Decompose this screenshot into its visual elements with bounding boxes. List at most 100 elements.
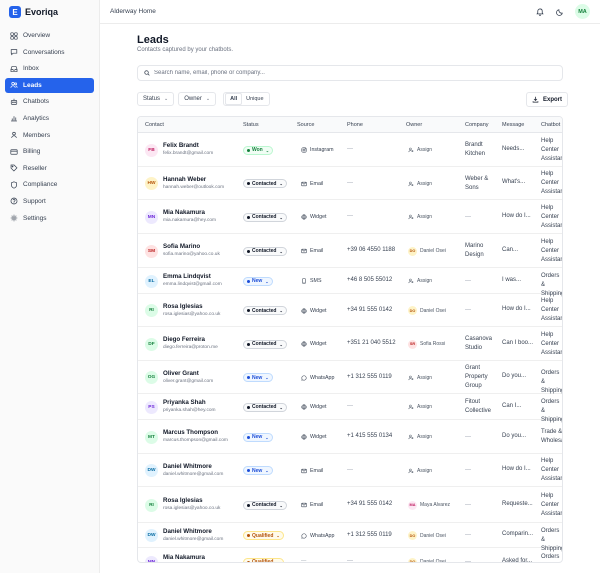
seg-all[interactable]: All: [225, 93, 243, 105]
table-row[interactable]: MT Marcus Thompson marcus.thompson@gmail.c…: [138, 420, 562, 454]
assign-button[interactable]: Assign: [408, 404, 432, 410]
message-preview[interactable]: Needs...: [502, 146, 524, 152]
column-header-owner[interactable]: Owner: [406, 122, 422, 128]
owner-dropdown[interactable]: SR Sofia Rossi: [408, 339, 445, 349]
sidebar-item-overview[interactable]: Overview: [5, 28, 94, 43]
table-row[interactable]: DW Daniel Whitmore daniel.whitmore@gmail.c…: [138, 454, 562, 487]
message-preview[interactable]: Do you...: [502, 373, 526, 379]
contact-name[interactable]: Rosa Iglesias: [163, 497, 203, 504]
assign-button[interactable]: Assign: [408, 375, 432, 381]
owner-filter[interactable]: Owner ⌄: [178, 92, 217, 106]
contact-name[interactable]: Hannah Weber: [163, 176, 206, 183]
message-preview[interactable]: How do I...: [502, 213, 531, 219]
table-row[interactable]: RI Rosa Iglesias rosa.iglesias@yahoo.co.uk…: [138, 487, 562, 523]
status-dropdown[interactable]: Contacted ⌄: [243, 339, 287, 349]
bell-icon[interactable]: [535, 7, 545, 17]
column-header-status[interactable]: Status: [243, 122, 259, 128]
export-button[interactable]: Export: [526, 92, 569, 107]
contact-name[interactable]: Mia Nakamura: [163, 554, 205, 561]
moon-icon[interactable]: [555, 7, 565, 17]
status-dropdown[interactable]: Won ⌄: [243, 145, 274, 155]
sidebar-item-billing[interactable]: Billing: [5, 144, 94, 159]
owner-dropdown[interactable]: DO Daniel Osei: [408, 557, 446, 562]
column-header-phone[interactable]: Phone: [347, 122, 363, 128]
message-preview[interactable]: Can I boo...: [502, 340, 533, 346]
message-preview[interactable]: Can I...: [502, 403, 521, 409]
status-dropdown[interactable]: New ⌄: [243, 373, 273, 382]
contact-name[interactable]: Felix Brandt: [163, 142, 199, 149]
seg-unique[interactable]: Unique: [242, 94, 267, 104]
sidebar-item-conversations[interactable]: Conversations: [5, 45, 94, 60]
table-row[interactable]: MNMia Nakamuramia.nakamura@hey.comQualif…: [138, 548, 562, 563]
contact-name[interactable]: Oliver Grant: [163, 370, 199, 377]
breadcrumb[interactable]: Alderway Home: [110, 8, 156, 15]
table-row[interactable]: OG Oliver Grant oliver.grant@gmail.com New ⌄…: [138, 361, 562, 394]
status-dropdown[interactable]: Contacted ⌄: [243, 306, 287, 315]
avatar[interactable]: MA: [575, 4, 590, 19]
table-row[interactable]: RI Rosa Iglesias rosa.iglesias@yahoo.co.uk…: [138, 294, 562, 327]
sidebar-item-analytics[interactable]: Analytics: [5, 111, 94, 126]
message-preview[interactable]: How do I...: [502, 466, 531, 472]
contact-name[interactable]: Daniel Whitmore: [163, 528, 212, 535]
owner-dropdown[interactable]: MA Maya Alvarez: [408, 500, 450, 510]
table-row[interactable]: EL Emma Lindqvist emma.lindqvist@gmail.com…: [138, 268, 562, 297]
message-preview[interactable]: Comparin...: [502, 531, 533, 537]
sidebar-item-support[interactable]: Support: [5, 194, 94, 209]
message-preview[interactable]: Requeste...: [502, 501, 533, 507]
sidebar-item-inbox[interactable]: Inbox: [5, 61, 94, 76]
status-dropdown[interactable]: New ⌄: [243, 276, 273, 286]
sidebar-item-compliance[interactable]: Compliance: [5, 177, 94, 192]
status-dropdown[interactable]: Qualified ⌄: [243, 557, 284, 562]
column-header-source[interactable]: Source: [297, 122, 314, 128]
table-row[interactable]: FB Felix Brandt felix.brandt@gmail.com Won ⌄…: [138, 133, 562, 167]
search-input[interactable]: [154, 70, 534, 76]
assign-button[interactable]: Assign: [408, 278, 432, 284]
message-preview[interactable]: I was...: [502, 277, 521, 283]
assign-button[interactable]: Assign: [408, 468, 432, 474]
status-dropdown[interactable]: Contacted ⌄: [243, 246, 287, 256]
assign-button[interactable]: Assign: [408, 181, 432, 187]
table-row[interactable]: DW Daniel Whitmore daniel.whitmore@gmail.c…: [138, 523, 562, 552]
sidebar-item-leads[interactable]: Leads: [5, 77, 94, 93]
contact-name[interactable]: Sofia Marino: [163, 243, 200, 250]
owner-dropdown[interactable]: DO Daniel Osei: [408, 306, 446, 315]
table-row[interactable]: DF Diego Ferreira diego.ferreira@proton.me…: [138, 327, 562, 361]
status-dropdown[interactable]: New ⌄: [243, 466, 273, 475]
status-dropdown[interactable]: Contacted ⌄: [243, 402, 287, 412]
column-header-contact[interactable]: Contact: [145, 122, 164, 128]
status-dropdown[interactable]: Contacted ⌄: [243, 212, 287, 222]
contact-name[interactable]: Priyanka Shah: [163, 399, 206, 406]
column-header-message[interactable]: Message: [502, 122, 524, 128]
contact-name[interactable]: Marcus Thompson: [163, 429, 218, 436]
status-dropdown[interactable]: Contacted ⌄: [243, 500, 287, 510]
owner-dropdown[interactable]: DO Daniel Osei: [408, 246, 446, 256]
assign-button[interactable]: Assign: [408, 147, 432, 153]
sidebar-item-reseller[interactable]: Reseller: [5, 161, 94, 176]
sidebar-item-chatbots[interactable]: Chatbots: [5, 94, 94, 109]
table-row[interactable]: MN Mia Nakamura mia.nakamura@hey.com Contac…: [138, 200, 562, 234]
assign-button[interactable]: Assign: [408, 434, 432, 440]
message-preview[interactable]: What's...: [502, 179, 525, 185]
message-preview[interactable]: Do you...: [502, 433, 526, 439]
status-dropdown[interactable]: New ⌄: [243, 432, 273, 442]
column-header-chatbot[interactable]: Chatbot: [541, 122, 560, 128]
contact-name[interactable]: Emma Lindqvist: [163, 273, 211, 280]
message-preview[interactable]: How do I...: [502, 306, 531, 312]
sidebar-item-members[interactable]: Members: [5, 128, 94, 143]
contact-name[interactable]: Mia Nakamura: [163, 209, 205, 216]
column-header-company[interactable]: Company: [465, 122, 489, 128]
message-preview[interactable]: Can...: [502, 247, 518, 253]
status-filter[interactable]: Status ⌄: [137, 92, 175, 106]
contact-name[interactable]: Rosa Iglesias: [163, 303, 203, 310]
contact-name[interactable]: Diego Ferreira: [163, 336, 205, 343]
owner-dropdown[interactable]: DO Daniel Osei: [408, 531, 446, 540]
table-row[interactable]: PS Priyanka Shah priyanka.shah@hey.com Cont…: [138, 394, 562, 423]
status-dropdown[interactable]: Contacted ⌄: [243, 179, 287, 188]
assign-button[interactable]: Assign: [408, 214, 432, 220]
table-row[interactable]: SM Sofia Marino sofia.marino@yahoo.co.uk Co…: [138, 234, 562, 268]
contact-name[interactable]: Daniel Whitmore: [163, 463, 212, 470]
search-bar[interactable]: [137, 65, 563, 81]
table-row[interactable]: HW Hannah Weber hannah.weber@outlook.com Co…: [138, 167, 562, 200]
message-preview[interactable]: Asked for...: [502, 558, 532, 563]
sidebar-item-settings[interactable]: Settings: [5, 211, 94, 226]
